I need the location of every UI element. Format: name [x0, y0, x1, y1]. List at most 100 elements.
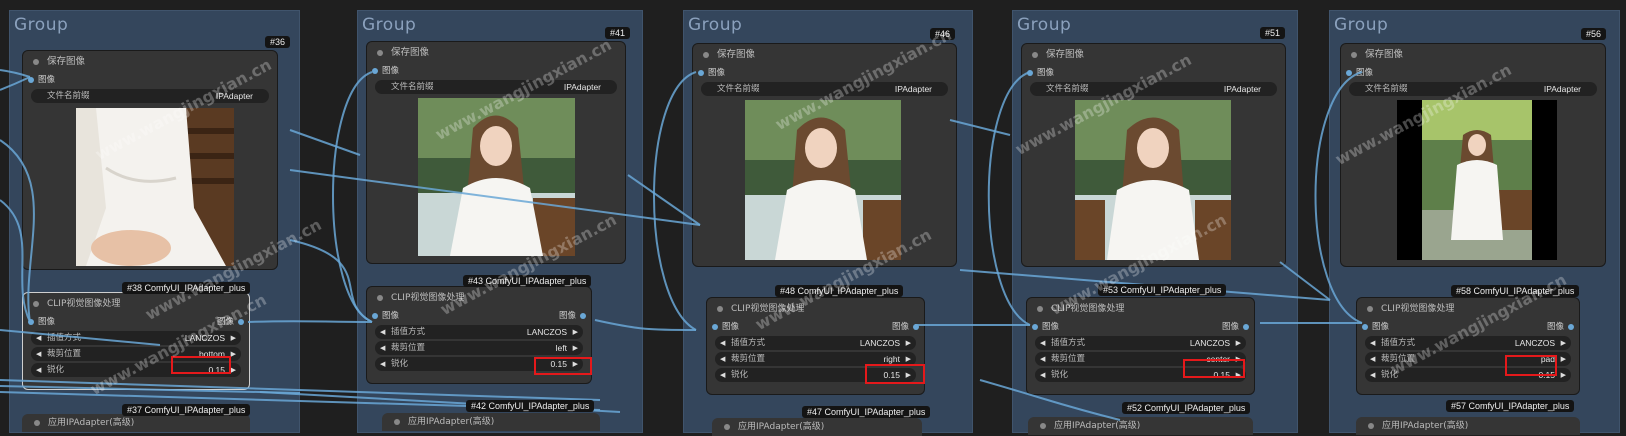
image-output-socket[interactable] — [913, 324, 919, 330]
field-label: 文件名前缀 — [1046, 84, 1089, 94]
arrow-left-icon[interactable]: ◀ — [720, 336, 725, 350]
field-label: 插值方式 — [391, 327, 426, 337]
collapse-dot-icon[interactable] — [394, 418, 400, 425]
node-id-badge: #51 — [1260, 27, 1286, 39]
node-id-badge: #42 ComfyUI_IPAdapter_plus — [466, 400, 595, 412]
node-id-badge: #56 — [1581, 28, 1607, 40]
arrow-right-icon[interactable]: ▶ — [1236, 336, 1241, 350]
image-output-socket[interactable] — [1243, 324, 1249, 330]
image-input-socket[interactable] — [372, 68, 378, 74]
apply-ipadapter-node[interactable]: 应用IPAdapter(高级) — [1028, 417, 1253, 435]
arrow-left-icon[interactable]: ◀ — [720, 352, 725, 366]
collapse-dot-icon[interactable] — [34, 419, 40, 426]
collapse-dot-icon[interactable] — [724, 423, 730, 430]
apply-ipadapter-node[interactable]: 应用IPAdapter(高级) — [22, 414, 250, 432]
interpolation-combo[interactable]: ◀ 插值方式 LANCZOS ▶ — [1035, 336, 1246, 350]
node-title: 保存图像 — [1046, 49, 1085, 60]
node-title: 应用IPAdapter(高级) — [1382, 421, 1469, 431]
arrow-left-icon[interactable]: ◀ — [1040, 368, 1045, 382]
collapse-dot-icon[interactable] — [33, 59, 39, 65]
image-input-socket[interactable] — [1362, 324, 1368, 330]
group-title: Group — [14, 15, 69, 35]
arrow-right-icon[interactable]: ▶ — [231, 363, 236, 377]
collapse-dot-icon[interactable] — [377, 295, 383, 301]
arrow-left-icon[interactable]: ◀ — [380, 325, 385, 339]
arrow-left-icon[interactable]: ◀ — [36, 347, 41, 361]
field-value: left — [555, 343, 567, 353]
collapse-dot-icon[interactable] — [377, 50, 383, 56]
arrow-right-icon[interactable]: ▶ — [1561, 368, 1566, 382]
crop-highlight-box — [865, 364, 925, 384]
apply-ipadapter-node[interactable]: 应用IPAdapter(高级) — [1356, 417, 1580, 435]
image-input-socket[interactable] — [1027, 70, 1033, 76]
arrow-left-icon[interactable]: ◀ — [1370, 352, 1375, 366]
image-input-socket[interactable] — [372, 313, 378, 319]
arrow-right-icon[interactable]: ▶ — [906, 336, 911, 350]
collapse-dot-icon[interactable] — [1040, 422, 1046, 429]
clip-vision-node[interactable]: CLIP视觉图像处理 图像 图像 ◀ 插值方式 LANCZOS ▶ ◀ 裁剪位置 pad ▶ … — [1356, 297, 1580, 395]
field-value: IPAdapter — [563, 82, 601, 92]
image-input-socket[interactable] — [28, 319, 34, 325]
apply-ipadapter-node[interactable]: 应用IPAdapter(高级) — [712, 418, 922, 436]
interpolation-combo[interactable]: ◀ 插值方式 LANCZOS ▶ — [375, 325, 583, 339]
field-value: LANCZOS — [859, 338, 900, 348]
collapse-dot-icon[interactable] — [717, 306, 723, 312]
crop-highlight-box — [171, 356, 231, 374]
arrow-left-icon[interactable]: ◀ — [36, 363, 41, 377]
image-output-socket[interactable] — [580, 313, 586, 319]
socket-label: 图像 — [38, 75, 56, 85]
group-title: Group — [1017, 15, 1072, 35]
image-input-socket[interactable] — [698, 70, 704, 76]
socket-label: 图像 — [38, 317, 56, 327]
node-title: 应用IPAdapter(高级) — [48, 418, 135, 428]
node-title: 保存图像 — [1365, 49, 1404, 60]
collapse-dot-icon[interactable] — [1367, 306, 1373, 312]
socket-label: 图像 — [382, 66, 400, 76]
arrow-right-icon[interactable]: ▶ — [573, 341, 578, 355]
interpolation-combo[interactable]: ◀ 插值方式 LANCZOS ▶ — [715, 336, 916, 350]
preview-image — [745, 100, 901, 260]
node-id-badge: #57 ComfyUI_IPAdapter_plus — [1446, 400, 1575, 412]
arrow-left-icon[interactable]: ◀ — [380, 357, 385, 371]
arrow-left-icon[interactable]: ◀ — [1370, 336, 1375, 350]
collapse-dot-icon[interactable] — [1368, 422, 1374, 429]
node-title: 保存图像 — [47, 56, 86, 67]
socket-label: 图像 — [1356, 68, 1374, 78]
image-input-socket[interactable] — [1032, 324, 1038, 330]
field-value: LANCZOS — [526, 327, 567, 337]
arrow-left-icon[interactable]: ◀ — [1040, 336, 1045, 350]
collapse-dot-icon[interactable] — [1351, 52, 1357, 58]
arrow-right-icon[interactable]: ▶ — [231, 331, 236, 345]
collapse-dot-icon[interactable] — [1032, 52, 1038, 58]
apply-ipadapter-node[interactable]: 应用IPAdapter(高级) — [382, 413, 600, 431]
field-value: LANCZOS — [1189, 338, 1230, 348]
arrow-right-icon[interactable]: ▶ — [231, 347, 236, 361]
collapse-dot-icon[interactable] — [33, 301, 39, 307]
field-label: 锐化 — [47, 365, 65, 375]
arrow-right-icon[interactable]: ▶ — [1561, 336, 1566, 350]
arrow-left-icon[interactable]: ◀ — [1040, 352, 1045, 366]
field-label: 插值方式 — [1051, 338, 1086, 348]
field-label: 插值方式 — [1381, 338, 1416, 348]
field-label: 插值方式 — [47, 333, 82, 343]
arrow-left-icon[interactable]: ◀ — [36, 331, 41, 345]
collapse-dot-icon[interactable] — [703, 52, 709, 58]
collapse-dot-icon[interactable] — [1037, 306, 1043, 312]
socket-label: 图像 — [558, 311, 576, 321]
image-input-socket[interactable] — [28, 77, 34, 83]
image-input-socket[interactable] — [712, 324, 718, 330]
image-input-socket[interactable] — [1346, 70, 1352, 76]
arrow-left-icon[interactable]: ◀ — [720, 368, 725, 382]
arrow-left-icon[interactable]: ◀ — [380, 341, 385, 355]
arrow-right-icon[interactable]: ▶ — [573, 325, 578, 339]
image-output-socket[interactable] — [1568, 324, 1574, 330]
node-title: 保存图像 — [391, 47, 430, 58]
crop-position-combo[interactable]: ◀ 裁剪位置 left ▶ — [375, 341, 583, 355]
field-label: 裁剪位置 — [391, 343, 426, 353]
arrow-right-icon[interactable]: ▶ — [1561, 352, 1566, 366]
field-label: 插值方式 — [731, 338, 766, 348]
group-title: Group — [1334, 15, 1389, 35]
socket-label: 图像 — [1546, 322, 1564, 332]
arrow-left-icon[interactable]: ◀ — [1370, 368, 1375, 382]
socket-label: 图像 — [382, 311, 400, 321]
